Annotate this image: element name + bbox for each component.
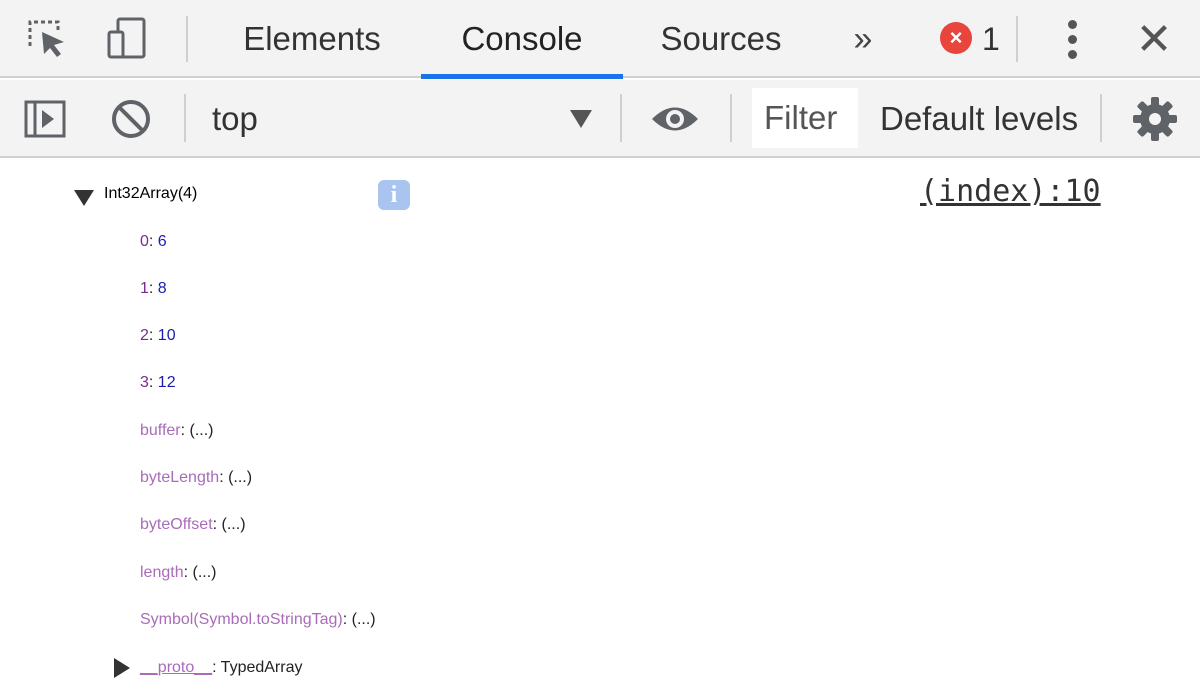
- property-key: Symbol(Symbol.toStringTag): [140, 611, 343, 628]
- toolbar-divider: [186, 16, 188, 62]
- property-key: byteOffset: [140, 516, 213, 533]
- close-icon[interactable]: ✕: [1128, 14, 1180, 66]
- array-entry: 1: 8: [140, 280, 167, 297]
- active-tab-indicator: [421, 74, 623, 79]
- accessor-property: length: (...): [140, 564, 217, 581]
- filter-field[interactable]: [752, 88, 858, 148]
- toolbar-divider: [184, 94, 186, 142]
- accessor-property: buffer: (...): [140, 422, 214, 439]
- more-tabs-chevron-icon[interactable]: »: [836, 18, 890, 60]
- collapse-triangle-icon[interactable]: [114, 658, 130, 678]
- array-entry: 0: 6: [140, 233, 167, 250]
- inspect-element-icon[interactable]: [22, 14, 72, 64]
- invoke-getter[interactable]: (...): [192, 564, 216, 581]
- log-levels-dropdown[interactable]: Default levels: [880, 80, 1080, 158]
- entry-value: 12: [157, 374, 176, 391]
- error-count[interactable]: 1: [982, 18, 1000, 60]
- entry-key: 1: [140, 280, 149, 297]
- toolbar-divider: [620, 94, 622, 142]
- property-key: buffer: [140, 422, 181, 439]
- context-value: top: [212, 100, 258, 137]
- expand-triangle-icon[interactable]: [74, 190, 94, 206]
- tab-sources[interactable]: Sources: [640, 0, 802, 78]
- proto-value: TypedArray: [220, 659, 303, 676]
- invoke-getter[interactable]: (...): [228, 469, 252, 486]
- settings-gear-icon[interactable]: [1130, 94, 1180, 144]
- info-icon[interactable]: i: [378, 180, 410, 210]
- accessor-property: byteLength: (...): [140, 469, 253, 486]
- source-link[interactable]: (index):10: [920, 170, 1101, 214]
- array-entry: 2: 10: [140, 327, 176, 344]
- entry-key: 2: [140, 327, 149, 344]
- sidebar-toggle-icon[interactable]: [20, 94, 70, 144]
- property-key: length: [140, 564, 184, 581]
- error-icon[interactable]: ×: [940, 22, 972, 54]
- filter-input[interactable]: [752, 88, 858, 148]
- property-key: byteLength: [140, 469, 220, 486]
- context-selector[interactable]: top: [212, 80, 612, 158]
- chevron-down-icon: [570, 110, 592, 128]
- entry-key: 3: [140, 374, 149, 391]
- invoke-getter[interactable]: (...): [222, 516, 246, 533]
- entry-value: 8: [157, 280, 167, 297]
- live-expression-eye-icon[interactable]: [650, 94, 700, 144]
- invoke-getter[interactable]: (...): [352, 611, 376, 628]
- accessor-property: Symbol(Symbol.toStringTag): (...): [140, 611, 376, 628]
- toolbar-divider: [730, 94, 732, 142]
- toolbar-divider: [1016, 16, 1018, 62]
- tab-console[interactable]: Console: [421, 0, 623, 78]
- device-toolbar-icon[interactable]: [102, 14, 152, 64]
- more-options-icon[interactable]: [1052, 14, 1094, 64]
- accessor-property: byteOffset: (...): [140, 516, 246, 533]
- entry-key: 0: [140, 233, 149, 250]
- entry-value: 10: [157, 327, 176, 344]
- console-toolbar: top Default levels: [0, 80, 1200, 158]
- entry-value: 6: [157, 233, 167, 250]
- array-entry: 3: 12: [140, 374, 176, 391]
- object-header[interactable]: Int32Array(4): [104, 172, 197, 216]
- invoke-getter[interactable]: (...): [190, 422, 214, 439]
- tab-elements[interactable]: Elements: [222, 0, 402, 78]
- toolbar-divider: [1100, 94, 1102, 142]
- proto-key: __proto__: [140, 659, 213, 676]
- proto-property[interactable]: __proto__: TypedArray: [140, 646, 302, 690]
- clear-console-icon[interactable]: [106, 94, 156, 144]
- devtools-tab-bar: Elements Console Sources » × 1 ✕: [0, 0, 1200, 79]
